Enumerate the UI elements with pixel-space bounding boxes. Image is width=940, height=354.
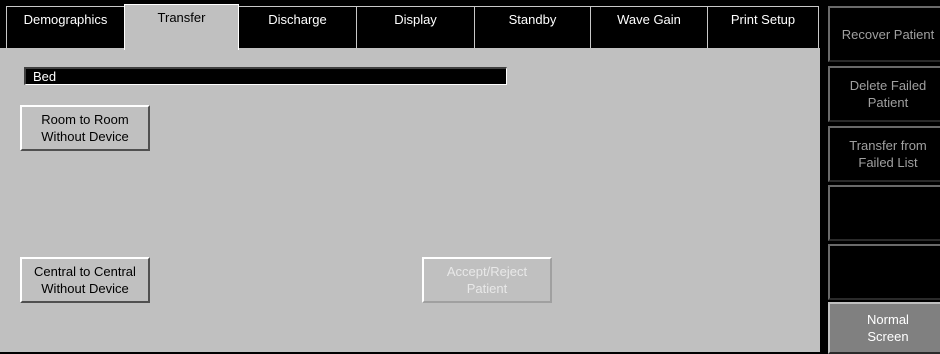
tab-display[interactable]: Display	[356, 6, 475, 48]
central-to-central-button[interactable]: Central to Central Without Device	[20, 257, 150, 303]
tab-demographics[interactable]: Demographics	[6, 6, 125, 48]
action-sidebar: Recover Patient Delete Failed Patient Tr…	[822, 0, 940, 354]
tab-print-setup[interactable]: Print Setup	[707, 6, 819, 48]
normal-screen-button[interactable]: Normal Screen	[828, 302, 940, 354]
recover-patient-button[interactable]: Recover Patient	[828, 6, 940, 62]
room-to-room-label: Room to Room Without Device	[41, 112, 129, 144]
tab-standby[interactable]: Standby	[474, 6, 591, 48]
accept-reject-patient-button[interactable]: Accept/Reject Patient	[422, 257, 552, 303]
transfer-from-failed-list-button[interactable]: Transfer from Failed List	[828, 126, 940, 182]
bed-label: Bed	[33, 69, 57, 84]
tab-wave-gain[interactable]: Wave Gain	[590, 6, 708, 48]
accept-reject-patient-label: Accept/Reject Patient	[446, 264, 528, 296]
tab-transfer[interactable]: Transfer	[124, 4, 239, 50]
blank-softkey-2[interactable]	[828, 244, 940, 300]
blank-softkey-1[interactable]	[828, 185, 940, 241]
room-to-room-button[interactable]: Room to Room Without Device	[20, 105, 150, 151]
tab-bar: Demographics Transfer Discharge Display …	[0, 0, 822, 50]
tab-discharge[interactable]: Discharge	[238, 6, 357, 48]
transfer-panel: Bed Room to Room Without Device Central …	[0, 48, 820, 352]
delete-failed-patient-button[interactable]: Delete Failed Patient	[828, 66, 940, 122]
central-to-central-label: Central to Central Without Device	[34, 264, 136, 296]
bed-field[interactable]: Bed	[24, 67, 507, 85]
